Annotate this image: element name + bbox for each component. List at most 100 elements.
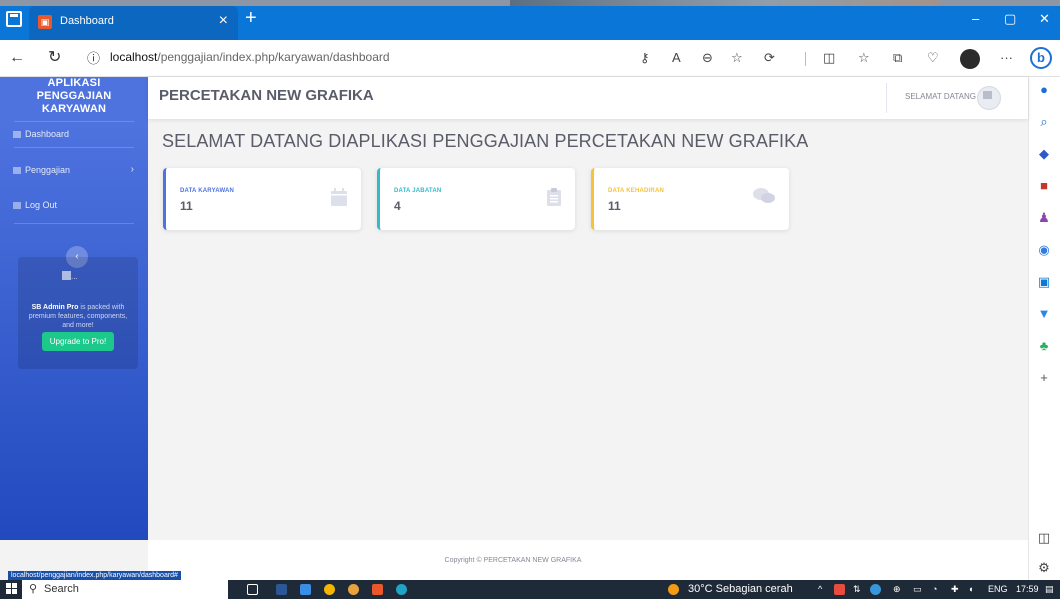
- address-bar-row: ← ↻ ⓘ localhost/penggajian/index.php/kar…: [0, 40, 1060, 77]
- battery-icon[interactable]: ▭: [913, 583, 922, 595]
- tag-icon[interactable]: ◆: [1037, 147, 1051, 161]
- performance-icon[interactable]: ♡: [927, 50, 939, 66]
- xampp-icon[interactable]: [372, 584, 383, 595]
- sidebar-item-penggajian[interactable]: Penggajian ›: [0, 159, 148, 181]
- tab-actions-icon[interactable]: [6, 11, 22, 27]
- favicon-icon: ▣: [38, 15, 52, 29]
- card-label: DATA KEHADIRAN: [608, 188, 665, 194]
- back-icon[interactable]: ←: [9, 49, 25, 67]
- sidebar-item-label: Dashboard: [25, 129, 70, 139]
- copyright-text: Copyright © PERCETAKAN NEW GRAFIKA: [444, 557, 582, 564]
- card-label: DATA JABATAN: [394, 188, 442, 194]
- sidebar-item-dashboard[interactable]: Dashboard: [0, 123, 148, 145]
- site-info-icon[interactable]: ⓘ: [87, 50, 100, 68]
- security-icon[interactable]: ✚: [951, 583, 959, 595]
- topbar-divider: [886, 83, 887, 113]
- link-status-bar: localhost/penggajian/index.php/karyawan/…: [8, 571, 181, 580]
- logout-icon: [13, 202, 21, 209]
- url-field[interactable]: localhost/penggajian/index.php/karyawan/…: [110, 50, 390, 64]
- zoom-icon[interactable]: ⊖: [702, 50, 713, 66]
- welcome-text[interactable]: SELAMAT DATANG: [905, 92, 976, 101]
- read-aloud-icon[interactable]: A: [672, 50, 681, 66]
- promo-image: ...: [62, 271, 78, 281]
- brand-line-1: APLIKASI: [47, 77, 101, 89]
- maximize-icon[interactable]: ▢: [1004, 11, 1016, 27]
- card-label: DATA KARYAWAN: [180, 188, 235, 194]
- brand-line-3: KARYAWAN: [41, 103, 107, 115]
- browser-tab-dashboard[interactable]: ▣ Dashboard ×: [29, 6, 238, 40]
- send-icon[interactable]: ▼: [1037, 307, 1051, 321]
- refresh-icon[interactable]: ↻: [48, 49, 61, 67]
- toolbar-divider: [805, 52, 806, 66]
- promo-text-bold: SB Admin Pro: [31, 304, 79, 311]
- volume-icon[interactable]: ◖: [968, 583, 973, 595]
- settings-gear-icon[interactable]: ⚙: [1037, 561, 1051, 575]
- broken-image-icon: [62, 271, 71, 280]
- office-icon[interactable]: ◉: [1037, 243, 1051, 257]
- upgrade-button[interactable]: Upgrade to Pro!: [42, 332, 114, 351]
- taskbar-search-box[interactable]: ⚲ Search: [22, 580, 228, 599]
- chrome-icon[interactable]: [324, 584, 335, 595]
- favorites-icon[interactable]: ☆: [858, 50, 870, 66]
- briefcase-icon[interactable]: ■: [1037, 179, 1051, 193]
- minimize-icon[interactable]: –: [972, 11, 979, 26]
- tray-app-icon[interactable]: [834, 584, 845, 595]
- clock-time[interactable]: 17:59: [1016, 583, 1039, 595]
- show-hidden-icons-icon[interactable]: ^: [818, 583, 822, 595]
- more-menu-icon[interactable]: ···: [1000, 50, 1013, 66]
- broken-image-icon: [983, 91, 992, 99]
- card-value: 4: [394, 199, 401, 213]
- sidebar-item-logout[interactable]: Log Out: [0, 194, 148, 216]
- sidebar-toggle-icon[interactable]: ◫: [1037, 531, 1051, 545]
- split-screen-icon[interactable]: ◫: [823, 50, 835, 66]
- outlook-icon[interactable]: ▣: [1037, 275, 1051, 289]
- collections-icon[interactable]: ⧉: [893, 50, 902, 66]
- wifi-icon[interactable]: ◔: [932, 583, 937, 595]
- bing-copilot-icon[interactable]: b: [1030, 47, 1052, 69]
- sidebar-divider: [14, 223, 134, 224]
- card-value: 11: [608, 199, 621, 213]
- favorite-star-icon[interactable]: ☆: [731, 50, 743, 66]
- card-data-kehadiran: DATA KEHADIRAN 11: [591, 168, 789, 230]
- edge-icon[interactable]: [396, 584, 407, 595]
- close-window-icon[interactable]: ✕: [1039, 11, 1050, 27]
- sidebar-item-label: Log Out: [25, 200, 58, 210]
- file-explorer-icon[interactable]: [300, 584, 311, 595]
- sidebar-item-label: Penggajian: [25, 165, 71, 175]
- tray-app2-icon[interactable]: ⊕: [893, 583, 901, 595]
- user-avatar[interactable]: [977, 86, 1001, 110]
- task-view-icon[interactable]: [247, 584, 258, 595]
- tab-title: Dashboard: [60, 15, 114, 27]
- add-icon[interactable]: +: [1037, 371, 1051, 385]
- games-icon[interactable]: ♟: [1037, 211, 1051, 225]
- tray-bluetooth-icon[interactable]: [870, 584, 881, 595]
- folder-icon: [13, 167, 21, 174]
- sidebar-promo-card: ... SB Admin Pro is packed with premium …: [18, 257, 138, 369]
- app-sidebar: APLIKASI PENGGAJIAN KARYAWAN Dashboard P…: [0, 77, 148, 540]
- promo-image-alt: ...: [71, 272, 78, 281]
- page-title: SELAMAT DATANG DIAPLIKASI PENGGAJIAN PER…: [162, 131, 809, 151]
- key-icon[interactable]: ⚷: [640, 50, 650, 66]
- search-icon[interactable]: ⌕: [1037, 115, 1051, 129]
- close-tab-icon[interactable]: ×: [219, 12, 228, 30]
- new-tab-icon[interactable]: +: [245, 8, 257, 28]
- notifications-icon[interactable]: ▤: [1045, 583, 1054, 595]
- edge-sidebar: ● ⌕ ◆ ■ ♟ ◉ ▣ ▼ ♣ + ◫ ⚙: [1028, 77, 1060, 580]
- comments-icon: [753, 188, 775, 207]
- windows-start-icon[interactable]: [6, 583, 18, 595]
- wallpaper-photo: [510, 0, 940, 6]
- card-data-jabatan: DATA JABATAN 4: [377, 168, 575, 230]
- sidebar-divider: [14, 147, 134, 148]
- weather-text[interactable]: 30°C Sebagian cerah: [688, 583, 793, 595]
- bell-icon[interactable]: ●: [1037, 83, 1051, 97]
- chrome-profile-icon[interactable]: [348, 584, 359, 595]
- sidebar-brand[interactable]: APLIKASI PENGGAJIAN KARYAWAN: [0, 77, 148, 119]
- app-footer: Copyright © PERCETAKAN NEW GRAFIKA: [148, 540, 1028, 580]
- network-icon[interactable]: ⇅: [853, 583, 861, 595]
- language-indicator[interactable]: ENG: [988, 583, 1008, 595]
- windows-taskbar: ⚲ Search 30°C Sebagian cerah ^ ⇅ ⊕ ▭ ◔ ✚…: [0, 580, 1060, 599]
- tree-icon[interactable]: ♣: [1037, 339, 1051, 353]
- profile-avatar[interactable]: [960, 49, 980, 69]
- extensions-icon[interactable]: ⟳: [764, 50, 775, 66]
- word-icon[interactable]: [276, 584, 287, 595]
